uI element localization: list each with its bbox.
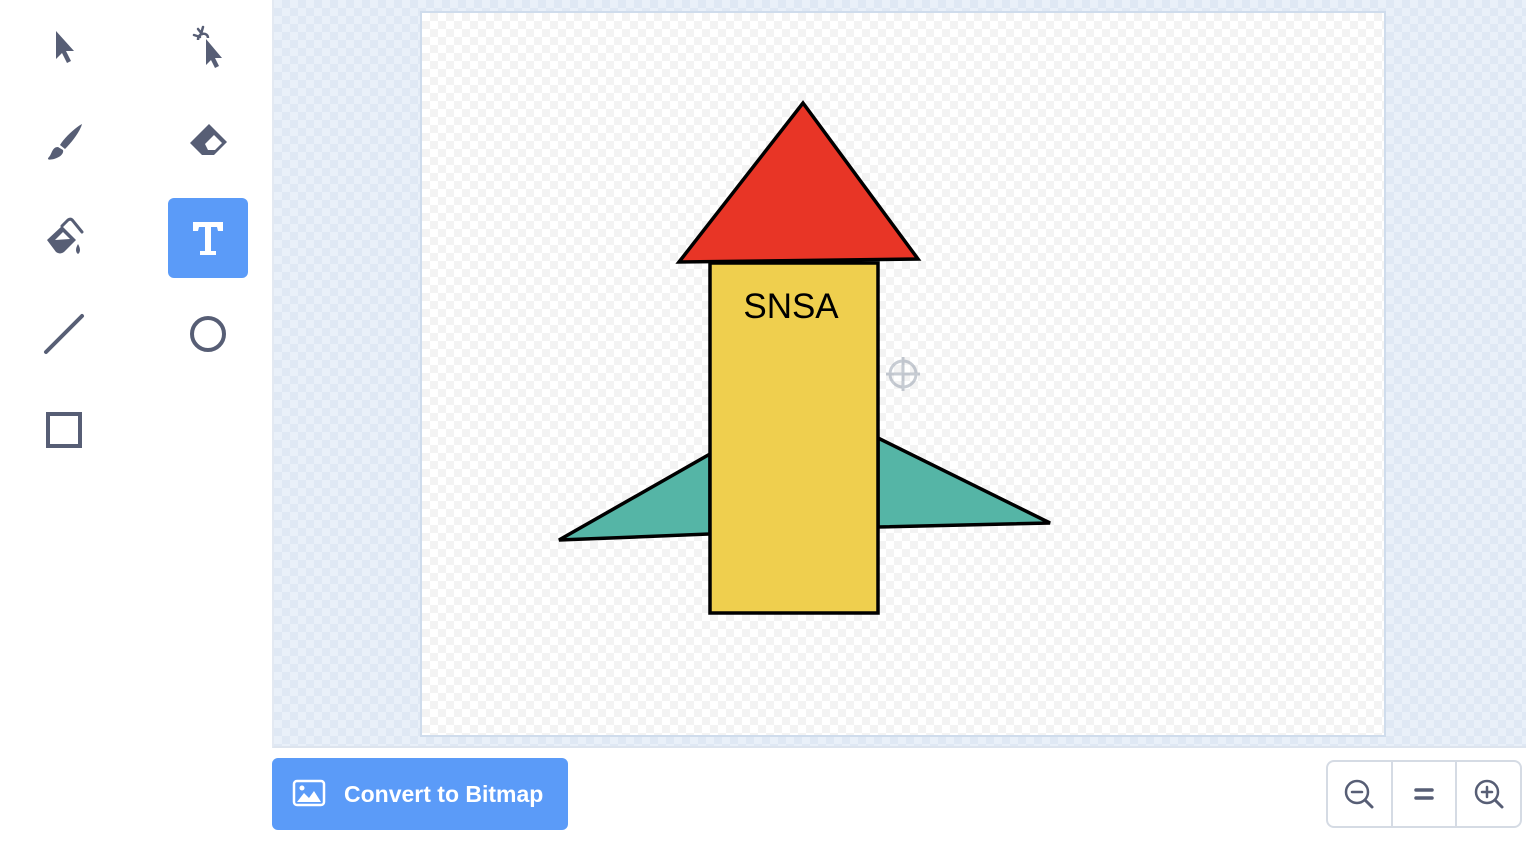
rectangle-tool-button[interactable] <box>24 390 104 470</box>
fill-tool-button[interactable] <box>24 198 104 278</box>
convert-to-bitmap-button[interactable]: Convert to Bitmap <box>272 758 568 830</box>
rocket-drawing[interactable]: SNSA <box>274 0 1526 748</box>
fill-bucket-icon <box>47 217 84 254</box>
reshape-tool-button[interactable] <box>168 6 248 86</box>
eraser-tool-button[interactable] <box>168 102 248 182</box>
rocket-nose-cone[interactable] <box>675 100 922 264</box>
zoom-out-button[interactable] <box>1328 762 1393 826</box>
zoom-in-icon <box>1474 779 1504 809</box>
right-fin[interactable] <box>876 435 1051 529</box>
zoom-out-icon <box>1345 779 1374 809</box>
convert-to-bitmap-label: Convert to Bitmap <box>344 780 544 807</box>
zoom-in-button[interactable] <box>1457 762 1520 826</box>
paint-canvas-area[interactable]: SNSA <box>272 0 1526 748</box>
zoom-reset-icon <box>1414 788 1434 800</box>
eraser-icon <box>190 124 227 155</box>
circle-icon <box>190 316 226 352</box>
zoom-controls <box>1326 760 1522 828</box>
tool-palette <box>0 0 272 852</box>
rocket-label-text[interactable]: SNSA <box>743 287 839 326</box>
bitmap-image-icon <box>292 779 326 807</box>
rotation-center-crosshair-icon <box>886 357 920 391</box>
left-fin[interactable] <box>558 450 712 542</box>
rectangle-icon <box>46 412 82 448</box>
circle-tool-button[interactable] <box>168 294 248 374</box>
select-arrow-icon <box>56 31 74 63</box>
line-icon <box>44 314 84 354</box>
select-tool-button[interactable] <box>24 6 104 86</box>
brush-icon <box>47 124 82 160</box>
zoom-reset-button[interactable] <box>1393 762 1458 826</box>
text-tool-button[interactable] <box>168 198 248 278</box>
line-tool-button[interactable] <box>24 294 104 374</box>
text-icon <box>193 222 223 255</box>
reshape-icon <box>192 25 222 68</box>
brush-tool-button[interactable] <box>24 102 104 182</box>
